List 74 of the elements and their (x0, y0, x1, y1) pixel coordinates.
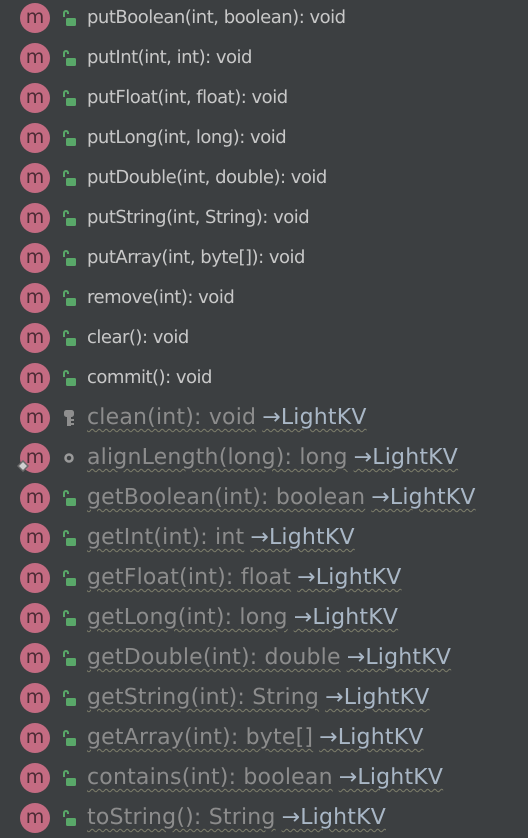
method-badge: m (20, 163, 50, 193)
method-badge: m (20, 243, 50, 273)
unlocked-padlock-icon (60, 609, 76, 627)
method-signature: getInt(int): int (87, 525, 244, 551)
unlocked-padlock-icon (60, 169, 76, 187)
method-badge: m (20, 83, 50, 113)
method-signature: getLong(int): long (87, 605, 288, 631)
method-signature: putBoolean(int, boolean): void (87, 6, 346, 30)
owner-class: →LightKV (346, 645, 452, 671)
method-signature: putString(int, String): void (87, 206, 310, 230)
owner-class: →LightKV (294, 605, 398, 631)
method-signature: alignLength(long): long (87, 445, 348, 471)
unlocked-padlock-icon (60, 49, 76, 67)
method-signature: clean(int): void (87, 405, 256, 431)
unlocked-padlock-icon (60, 89, 76, 107)
method-badge: m (20, 283, 50, 313)
unlocked-padlock-icon (60, 209, 76, 227)
method-signature: getString(int): String (87, 685, 320, 711)
method-signature: getBoolean(int): boolean (87, 485, 366, 511)
method-badge: m (20, 763, 50, 793)
method-badge: m (20, 123, 50, 153)
owner-class: →LightKV (325, 685, 430, 711)
owner-class: →LightKV (319, 725, 424, 751)
owner-class: →LightKV (297, 565, 402, 591)
unlocked-padlock-icon (60, 529, 76, 547)
method-badge: m (20, 683, 50, 713)
unlocked-padlock-icon (60, 369, 76, 387)
method-signature: putDouble(int, double): void (87, 166, 327, 190)
method-signature: clear(): void (87, 326, 189, 350)
unlocked-padlock-icon (60, 489, 76, 507)
method-badge: m (20, 323, 50, 353)
method-badge: m (20, 483, 50, 513)
unlocked-padlock-icon (60, 9, 76, 27)
owner-class: →LightKV (262, 405, 367, 431)
dot-icon (64, 453, 74, 463)
method-signature: contains(int): boolean (87, 765, 333, 791)
method-badge: m (20, 443, 50, 473)
owner-class: →LightKV (371, 485, 476, 511)
method-badge: m (20, 563, 50, 593)
method-badge: m (20, 3, 50, 33)
method-badge: m (20, 523, 50, 553)
method-badge: m (20, 203, 50, 233)
unlocked-padlock-icon (60, 569, 76, 587)
unlocked-padlock-icon (60, 129, 76, 147)
method-badge: m (20, 363, 50, 393)
method-signature: getDouble(int): double (87, 645, 341, 671)
method-badge: m (20, 723, 50, 753)
method-signature: getArray(int): byte[] (87, 725, 314, 751)
method-signature: toString(): String (87, 805, 276, 831)
method-badge: m (20, 803, 50, 833)
method-badge: m (20, 603, 50, 633)
owner-class: →LightKV (338, 765, 444, 791)
method-badge: m (20, 403, 50, 433)
method-signature: getFloat(int): float (87, 565, 292, 591)
method-signature: commit(): void (87, 366, 212, 390)
method-signature: putInt(int, int): void (87, 46, 252, 70)
unlocked-padlock-icon (60, 689, 76, 707)
unlocked-padlock-icon (60, 249, 76, 267)
unlocked-padlock-icon (60, 809, 76, 827)
unlocked-padlock-icon (60, 729, 76, 747)
method-badge: m (20, 43, 50, 73)
method-signature: putFloat(int, float): void (87, 86, 288, 110)
unlocked-padlock-icon (60, 769, 76, 787)
method-signature: putLong(int, long): void (87, 126, 286, 150)
owner-class: →LightKV (354, 445, 458, 471)
owner-class: →LightKV (250, 525, 355, 551)
unlocked-padlock-icon (60, 289, 76, 307)
owner-class: →LightKV (282, 805, 386, 831)
key-icon (62, 409, 74, 427)
unlocked-padlock-icon (60, 649, 76, 667)
method-signature: remove(int): void (87, 286, 234, 310)
method-badge: m (20, 643, 50, 673)
method-signature: putArray(int, byte[]): void (87, 246, 305, 270)
unlocked-padlock-icon (60, 329, 76, 347)
